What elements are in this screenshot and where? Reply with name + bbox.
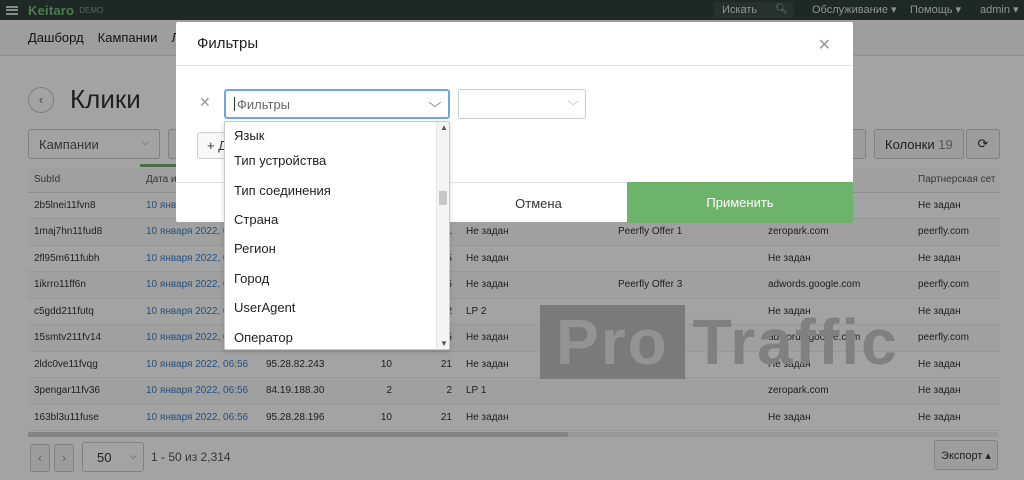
dropdown-option[interactable]: Город: [225, 264, 437, 293]
filter-field-select[interactable]: Фильтры ⌵: [224, 89, 450, 119]
scroll-down-icon[interactable]: ▼: [440, 339, 448, 348]
filter-operator-select[interactable]: ⌵: [458, 89, 586, 119]
scroll-up-icon[interactable]: ▲: [440, 123, 448, 132]
modal-header: Фильтры ✕: [176, 22, 853, 66]
cancel-button[interactable]: Отмена: [450, 183, 627, 223]
dropdown-option[interactable]: Оператор: [225, 322, 437, 349]
filter-field-placeholder: Фильтры: [237, 96, 291, 112]
close-icon[interactable]: ✕: [818, 35, 831, 55]
chevron-down-icon: ⌵: [567, 96, 579, 108]
filter-field-dropdown[interactable]: Язык Тип устройства Тип соединения Страна Ре…: [224, 121, 450, 350]
dropdown-scrollbar[interactable]: ▲ ▼: [436, 122, 449, 349]
dropdown-option[interactable]: Тип устройства: [225, 146, 437, 175]
dropdown-option[interactable]: Страна: [225, 205, 437, 234]
scrollbar-thumb[interactable]: [439, 191, 447, 205]
dropdown-option[interactable]: Язык: [225, 122, 437, 146]
dropdown-option[interactable]: Регион: [225, 234, 437, 263]
dropdown-option[interactable]: Тип соединения: [225, 175, 437, 204]
dropdown-option[interactable]: UserAgent: [225, 293, 437, 322]
remove-filter-icon[interactable]: ✕: [199, 94, 211, 111]
apply-button[interactable]: Применить: [627, 182, 853, 223]
modal-title: Фильтры: [197, 35, 259, 52]
text-cursor: [234, 97, 235, 111]
chevron-down-icon: ⌵: [428, 95, 442, 110]
dropdown-options: Язык Тип устройства Тип соединения Страна Ре…: [225, 122, 437, 349]
